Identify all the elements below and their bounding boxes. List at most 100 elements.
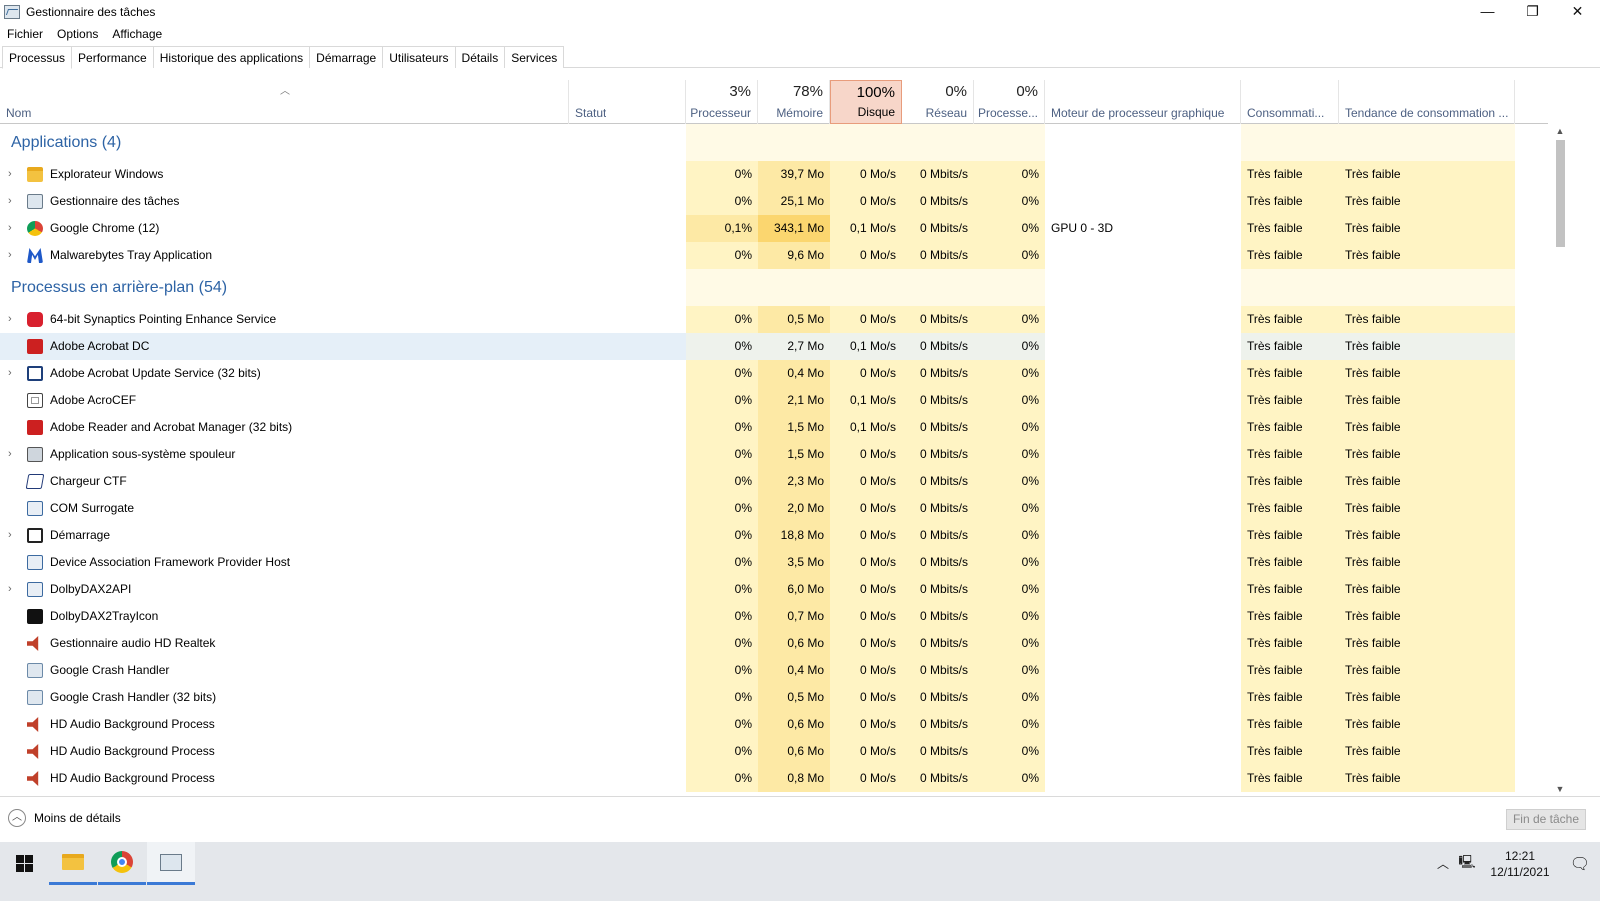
expand-chevron-icon[interactable]: › (8, 188, 18, 215)
process-row[interactable]: Google Crash Handler 0% 0,4 Mo 0 Mo/s 0 Mbit… (0, 657, 1548, 684)
process-row[interactable]: › Explorateur Windows 0% 39,7 Mo 0 Mo/s 0 Mbi… (0, 161, 1548, 188)
process-row[interactable]: HD Audio Background Process 0% 0,6 Mo 0 Mo/… (0, 738, 1548, 765)
memory-cell: 39,7 Mo (758, 161, 830, 188)
less-details-button[interactable]: ︿ Moins de détails (8, 809, 121, 827)
footer-bar: ︿ Moins de détails Fin de tâche (0, 796, 1600, 842)
network-cell: 0 Mbits/s (902, 188, 974, 215)
column-header-cpu[interactable]: 3% Processeur (686, 80, 758, 124)
group-title: Processus en arrière-plan (54) (11, 279, 228, 296)
service-icon (27, 555, 43, 570)
tab-historique[interactable]: Historique des applications (152, 46, 311, 68)
acrobat-icon (27, 339, 43, 354)
show-hidden-icons-icon[interactable]: ︿ (1432, 855, 1454, 872)
process-name-cell: Adobe Acrobat DC (0, 333, 686, 360)
tab-services[interactable]: Services (504, 46, 565, 68)
process-row[interactable]: Google Crash Handler (32 bits) 0% 0,5 Mo 0 … (0, 684, 1548, 711)
restore-button[interactable]: ❐ (1510, 0, 1555, 22)
process-row[interactable]: Chargeur CTF 0% 2,3 Mo 0 Mo/s 0 Mbits/s 0% Trè… (0, 468, 1548, 495)
disk-cell: 0 Mo/s (830, 738, 902, 765)
group-header[interactable]: Applications (4) (0, 124, 1548, 161)
column-label-memory: Mémoire (776, 106, 823, 120)
process-name: DolbyDAX2API (50, 582, 132, 596)
crash-handler-icon (27, 663, 43, 678)
tab-details[interactable]: Détails (454, 46, 506, 68)
process-row[interactable]: Adobe Acrobat DC 0% 2,7 Mo 0,1 Mo/s 0 Mbits/… (0, 333, 1548, 360)
column-header-disk[interactable]: 100% Disque (830, 80, 902, 124)
clock-time: 12:21 (1504, 848, 1536, 863)
start-button[interactable] (0, 842, 48, 885)
expand-chevron-icon[interactable]: › (8, 306, 18, 333)
disk-cell: 0 Mo/s (830, 630, 902, 657)
expand-chevron-icon[interactable]: › (8, 161, 18, 188)
cpu-cell: 0% (686, 522, 758, 549)
disk-cell: 0 Mo/s (830, 306, 902, 333)
vertical-scrollbar[interactable]: ▲ ▼ (1552, 124, 1568, 796)
menu-options[interactable]: Options (57, 27, 98, 41)
process-name-cell: › Malwarebytes Tray Application (0, 242, 686, 269)
process-row[interactable]: › Gestionnaire des tâches 0% 25,1 Mo 0 Mo/s 0… (0, 188, 1548, 215)
menu-affichage[interactable]: Affichage (112, 27, 162, 41)
tab-processus[interactable]: Processus (2, 46, 73, 69)
process-row[interactable]: COM Surrogate 0% 2,0 Mo 0 Mo/s 0 Mbits/s 0% Tr… (0, 495, 1548, 522)
process-row[interactable]: HD Audio Background Process 0% 0,8 Mo 0 Mo/… (0, 765, 1548, 792)
process-row[interactable]: HD Audio Background Process 0% 0,6 Mo 0 Mo/… (0, 711, 1548, 738)
network-cell: 0 Mbits/s (902, 306, 974, 333)
process-name: Chargeur CTF (50, 474, 127, 488)
group-header[interactable]: Processus en arrière-plan (54) (0, 269, 1548, 306)
process-name-cell: COM Surrogate (0, 495, 686, 522)
cpu-cell: 0% (686, 242, 758, 269)
gpu-cell: 0% (974, 657, 1045, 684)
column-header-power-trend[interactable]: Tendance de consommation ... (1339, 80, 1515, 124)
gpu-total-percent: 0% (1016, 83, 1038, 100)
column-header-status[interactable]: Statut (569, 80, 686, 124)
end-task-button[interactable]: Fin de tâche (1506, 809, 1586, 830)
close-button[interactable]: ✕ (1555, 0, 1600, 22)
tab-performance[interactable]: Performance (71, 46, 154, 68)
gpu-engine-cell (1045, 738, 1241, 765)
process-row[interactable]: Adobe Reader and Acrobat Manager (32 bit… (0, 414, 1548, 441)
taskbar-file-explorer[interactable] (49, 842, 97, 885)
process-row[interactable]: › Malwarebytes Tray Application 0% 9,6 Mo 0 … (0, 242, 1548, 269)
disk-cell: 0 Mo/s (830, 603, 902, 630)
scroll-up-icon[interactable]: ▲ (1552, 124, 1568, 138)
process-row[interactable]: › DolbyDAX2API 0% 6,0 Mo 0 Mo/s 0 Mbits/s 0% Tr… (0, 576, 1548, 603)
column-header-power[interactable]: Consommati... (1241, 80, 1339, 124)
column-header-gpu-engine[interactable]: Moteur de processeur graphique (1045, 80, 1241, 124)
expand-chevron-icon[interactable]: › (8, 522, 18, 549)
process-row[interactable]: Device Association Framework Provider Ho… (0, 549, 1548, 576)
disk-cell: 0 Mo/s (830, 765, 902, 792)
minimize-button[interactable]: — (1465, 0, 1510, 22)
process-row[interactable]: › Démarrage 0% 18,8 Mo 0 Mo/s 0 Mbits/s 0% Très… (0, 522, 1548, 549)
power-trend-cell: Très faible (1339, 684, 1515, 711)
expand-chevron-icon[interactable]: › (8, 360, 18, 387)
notification-center-icon[interactable]: 🗨 (1560, 854, 1600, 874)
process-row[interactable]: › Application sous-système spouleur 0% 1,5 … (0, 441, 1548, 468)
process-row[interactable]: › 64-bit Synaptics Pointing Enhance Servi… (0, 306, 1548, 333)
scrollbar-thumb[interactable] (1556, 140, 1565, 247)
scroll-down-icon[interactable]: ▼ (1552, 782, 1568, 796)
expand-chevron-icon[interactable]: › (8, 215, 18, 242)
expand-chevron-icon[interactable]: › (8, 242, 18, 269)
expand-chevron-icon[interactable]: › (8, 576, 18, 603)
menu-fichier[interactable]: Fichier (7, 27, 43, 41)
expand-chevron-icon[interactable]: › (8, 441, 18, 468)
process-row[interactable]: › Adobe Acrobat Update Service (32 bits) 0… (0, 360, 1548, 387)
network-icon[interactable]: 🖳 (1454, 853, 1480, 875)
disk-cell: 0 Mo/s (830, 522, 902, 549)
column-header-network[interactable]: 0% Réseau (902, 80, 974, 124)
clock[interactable]: 12:21 12/11/2021 (1480, 848, 1560, 880)
gpu-engine-cell (1045, 242, 1241, 269)
taskbar-chrome[interactable] (98, 842, 146, 885)
process-name-cell: Gestionnaire audio HD Realtek (0, 630, 686, 657)
tab-utilisateurs[interactable]: Utilisateurs (382, 46, 456, 68)
tab-demarrage[interactable]: Démarrage (309, 46, 384, 68)
taskbar-task-manager[interactable] (147, 842, 195, 885)
gpu-engine-cell (1045, 414, 1241, 441)
column-header-memory[interactable]: 78% Mémoire (758, 80, 830, 124)
process-row[interactable]: Gestionnaire audio HD Realtek 0% 0,6 Mo 0 M… (0, 630, 1548, 657)
column-header-name[interactable]: ︿ Nom (0, 80, 569, 124)
process-row[interactable]: DolbyDAX2TrayIcon 0% 0,7 Mo 0 Mo/s 0 Mbits/s… (0, 603, 1548, 630)
process-row[interactable]: › Google Chrome (12) 0,1% 343,1 Mo 0,1 Mo/s 0… (0, 215, 1548, 242)
process-row[interactable]: Adobe AcroCEF 0% 2,1 Mo 0,1 Mo/s 0 Mbits/s 0%… (0, 387, 1548, 414)
column-header-gpu[interactable]: 0% Processe... (974, 80, 1045, 124)
